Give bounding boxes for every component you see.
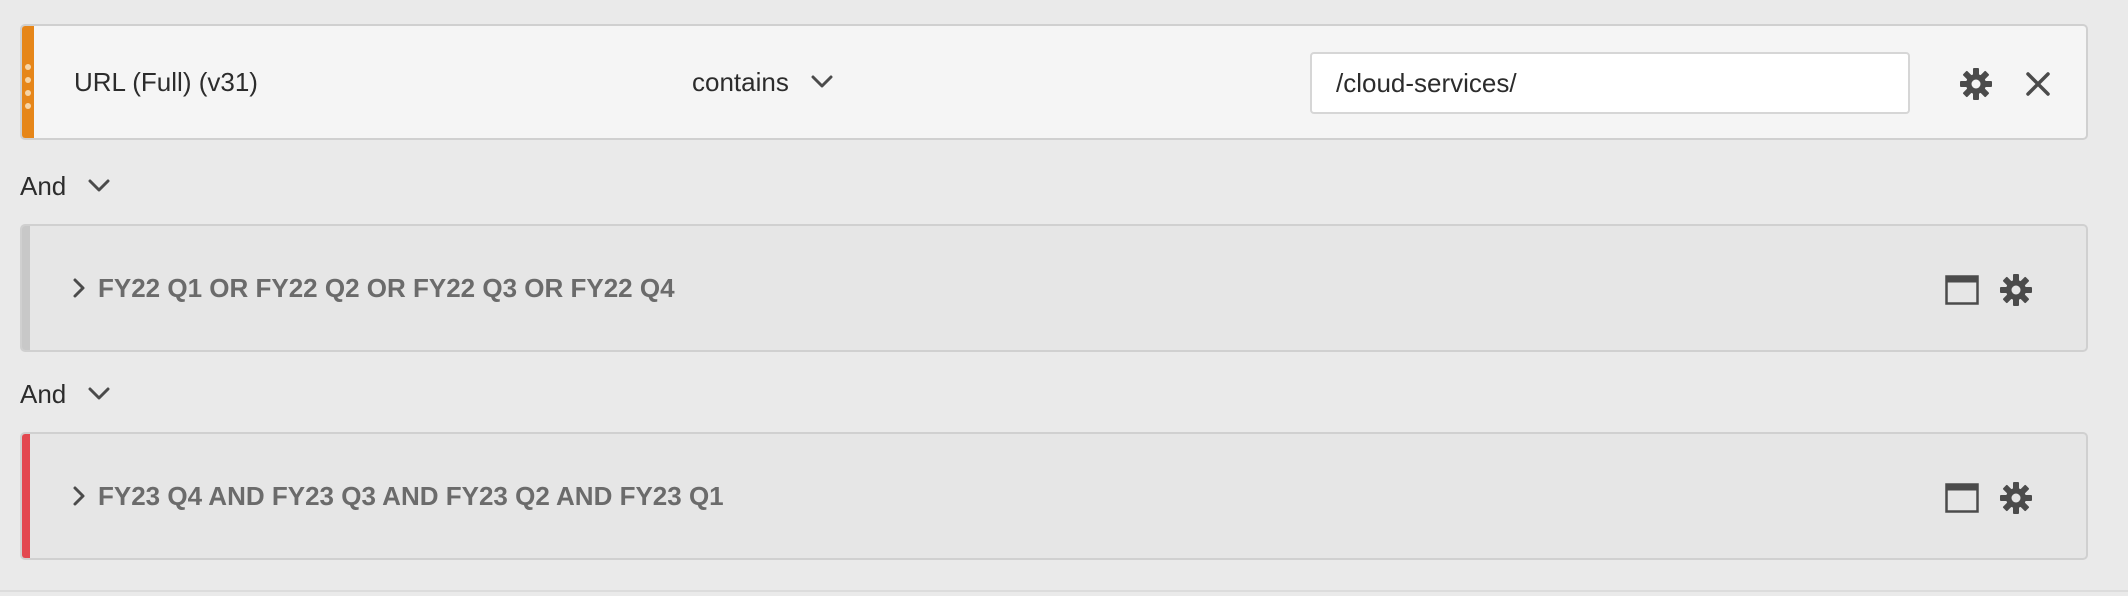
drag-handle[interactable] [22, 26, 34, 138]
operator-dropdown[interactable]: contains [692, 26, 833, 138]
segment-builder: URL (Full) (v31) contains /cloud-service… [0, 0, 2128, 596]
logic-operator-dropdown[interactable]: And [20, 376, 110, 412]
window-icon [1945, 483, 1979, 513]
rule-settings-button[interactable] [1956, 64, 1996, 104]
gear-icon [1960, 68, 1992, 100]
operator-label: contains [692, 66, 789, 97]
gear-icon [2000, 274, 2032, 306]
segment-settings-button[interactable] [1996, 478, 2036, 518]
segment-color-bar [22, 434, 30, 558]
logic-operator-label: And [20, 378, 67, 409]
chevron-down-icon [88, 387, 110, 400]
chevron-right-icon [73, 486, 85, 506]
close-icon [2026, 72, 2050, 96]
chevron-down-icon [811, 75, 833, 88]
segment-settings-button[interactable] [1996, 270, 2036, 310]
segment-window-button[interactable] [1942, 270, 1982, 310]
segment-color-bar [22, 226, 30, 350]
drag-dots-icon [25, 64, 31, 109]
segment-window-button[interactable] [1942, 478, 1982, 518]
value-input[interactable] [1310, 52, 1910, 114]
segment-title: FY22 Q1 OR FY22 Q2 OR FY22 Q3 OR FY22 Q4 [98, 272, 675, 303]
segment-expand-toggle[interactable]: FY23 Q4 AND FY23 Q3 AND FY23 Q2 AND FY23… [72, 434, 724, 558]
chevron-right-icon [73, 278, 85, 298]
remove-rule-button[interactable] [2018, 64, 2058, 104]
chevron-down-icon [88, 179, 110, 192]
window-icon [1945, 275, 1979, 305]
segment-expand-toggle[interactable]: FY22 Q1 OR FY22 Q2 OR FY22 Q3 OR FY22 Q4 [72, 226, 675, 350]
segment-container: FY23 Q4 AND FY23 Q3 AND FY23 Q2 AND FY23… [20, 432, 2088, 560]
gear-icon [2000, 482, 2032, 514]
segment-container: FY22 Q1 OR FY22 Q2 OR FY22 Q3 OR FY22 Q4 [20, 224, 2088, 352]
divider [0, 590, 2128, 592]
logic-operator-dropdown[interactable]: And [20, 168, 110, 204]
rule-row: URL (Full) (v31) contains [20, 24, 2088, 140]
dimension-label: URL (Full) (v31) [74, 66, 258, 97]
segment-title: FY23 Q4 AND FY23 Q3 AND FY23 Q2 AND FY23… [98, 480, 724, 511]
logic-operator-label: And [20, 170, 67, 201]
